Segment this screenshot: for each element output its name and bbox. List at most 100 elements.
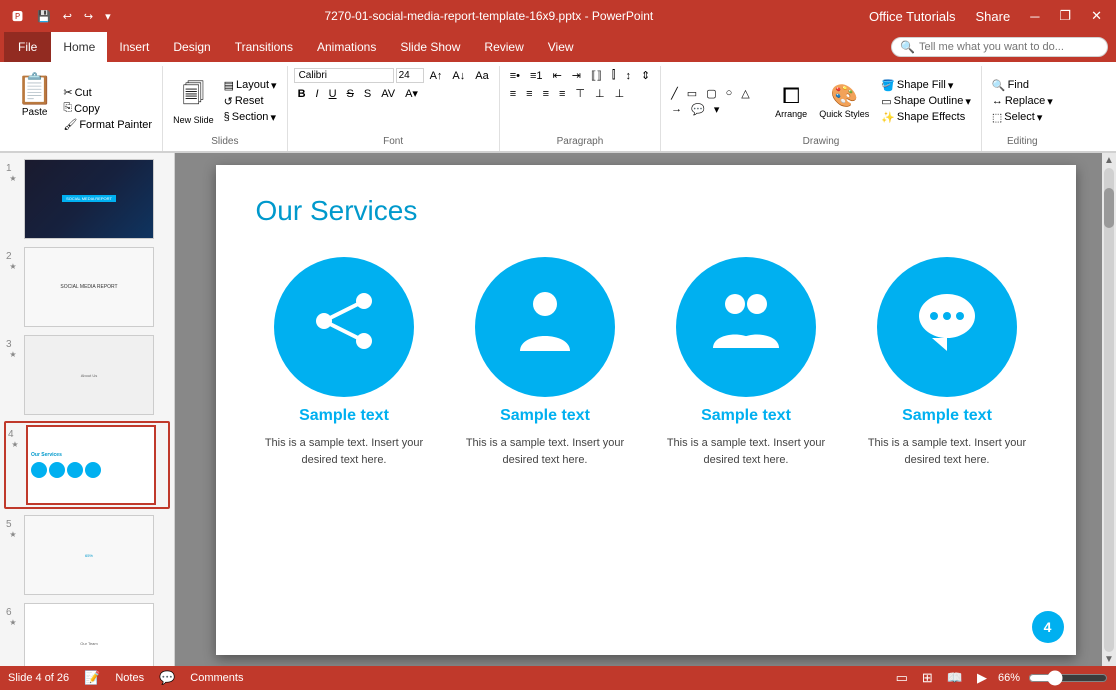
reset-button[interactable]: ↺ Reset [220, 94, 281, 109]
menu-tabs: File Home Insert Design Transitions Anim… [0, 32, 1116, 62]
columns-button[interactable]: ⫿ [608, 68, 620, 83]
customize-qa-button[interactable]: ▾ [101, 8, 115, 25]
shape-fill-button[interactable]: 🪣 Shape Fill ▾ [877, 78, 975, 93]
scroll-thumb[interactable] [1104, 188, 1114, 228]
share-button[interactable]: Share [970, 7, 1017, 26]
justify-button[interactable]: ≡ [555, 87, 569, 101]
vertical-scrollbar[interactable]: ▲ ▼ [1102, 153, 1116, 667]
increase-indent-button[interactable]: ⇥ [568, 68, 585, 83]
slide-thumb-6[interactable]: 6 ★ Our Team [4, 601, 170, 667]
replace-button[interactable]: ↔ Replace ▾ [988, 94, 1057, 109]
format-painter-button[interactable]: 🖌 Format Painter [59, 117, 156, 132]
service-item-1[interactable]: Sample text This is a sample text. Inser… [256, 257, 433, 468]
line-spacing-button[interactable]: ↕ [621, 69, 635, 83]
tab-design[interactable]: Design [161, 32, 222, 62]
font-name-input[interactable] [294, 68, 394, 83]
oval-shape[interactable]: ○ [722, 86, 737, 101]
align-middle-button[interactable]: ⊥ [591, 86, 609, 101]
reading-view-button[interactable]: 📖 [944, 669, 966, 687]
save-button[interactable]: 💾 [33, 8, 55, 25]
numbering-button[interactable]: ≡1 [526, 69, 547, 83]
fill-icon: 🪣 [881, 79, 895, 92]
slide-thumb-4[interactable]: 4 ★ Our Services [4, 421, 170, 509]
tell-me-input[interactable] [919, 41, 1099, 53]
scroll-down-button[interactable]: ▼ [1104, 654, 1114, 665]
tab-review[interactable]: Review [472, 32, 535, 62]
slide-thumb-2[interactable]: 2 ★ SOCIAL MEDIA REPORT [4, 245, 170, 329]
font-color-button[interactable]: A▾ [401, 86, 422, 101]
shape-effects-button[interactable]: ✨ Shape Effects [877, 110, 975, 125]
office-tutorials-button[interactable]: Office Tutorials [863, 7, 961, 26]
char-spacing-button[interactable]: AV [377, 87, 399, 101]
font-size-input[interactable] [396, 68, 424, 83]
section-button[interactable]: § Section ▾ [220, 110, 281, 125]
scroll-up-button[interactable]: ▲ [1104, 155, 1114, 166]
bullets-button[interactable]: ≡• [506, 69, 524, 83]
bold-button[interactable]: B [294, 87, 310, 101]
service-item-2[interactable]: Sample text This is a sample text. Inser… [457, 257, 634, 468]
shadow-button[interactable]: S [360, 87, 375, 101]
callout-shape[interactable]: 💬 [687, 102, 709, 117]
comments-icon[interactable]: 💬 [156, 669, 178, 687]
tab-transitions[interactable]: Transitions [223, 32, 305, 62]
tab-insert[interactable]: Insert [107, 32, 161, 62]
rect-shape[interactable]: ▭ [683, 86, 701, 101]
align-bottom-button[interactable]: ⊥ [611, 86, 629, 101]
layout-button[interactable]: ▤ Layout ▾ [220, 78, 281, 93]
slideshow-button[interactable]: ▶ [974, 669, 990, 687]
select-button[interactable]: ⬚ Select ▾ [988, 110, 1057, 125]
clear-format-button[interactable]: Aa [471, 69, 492, 83]
new-slide-button[interactable]: 🗐 New Slide [169, 75, 218, 127]
tab-animations[interactable]: Animations [305, 32, 388, 62]
slide-canvas[interactable]: Our Services [216, 165, 1076, 655]
copy-button[interactable]: ⎘ Copy [59, 101, 156, 116]
person-icon [510, 286, 580, 369]
round-rect-shape[interactable]: ▢ [702, 86, 720, 101]
decrease-indent-button[interactable]: ⇤ [549, 68, 566, 83]
decrease-font-button[interactable]: A↓ [448, 69, 469, 83]
tab-home[interactable]: Home [51, 32, 107, 62]
smart-art-button[interactable]: ⟦⟧ [587, 68, 606, 83]
redo-button[interactable]: ↪ [80, 8, 97, 25]
strikethrough-button[interactable]: S [343, 87, 358, 101]
minimize-button[interactable]: ─ [1024, 7, 1045, 26]
align-right-button[interactable]: ≡ [539, 87, 553, 101]
tab-file[interactable]: File [4, 32, 51, 62]
notes-icon[interactable]: 📝 [81, 669, 103, 687]
service-label-4: Sample text [902, 407, 992, 425]
align-left-button[interactable]: ≡ [506, 87, 520, 101]
restore-button[interactable]: ❐ [1053, 6, 1077, 26]
slide-thumb-5[interactable]: 5 ★ 65% [4, 513, 170, 597]
arrange-button[interactable]: ⧠ Arrange [771, 81, 811, 121]
slide-sorter-button[interactable]: ⊞ [919, 669, 936, 687]
arrow-shape[interactable]: → [667, 102, 686, 117]
underline-button[interactable]: U [325, 87, 341, 101]
tell-me-bar[interactable]: 🔍 [891, 37, 1108, 57]
undo-button[interactable]: ↩ [59, 8, 76, 25]
text-direction-button[interactable]: ⇕ [637, 68, 654, 83]
close-button[interactable]: ✕ [1085, 6, 1108, 26]
align-center-button[interactable]: ≡ [522, 87, 536, 101]
tab-view[interactable]: View [536, 32, 586, 62]
increase-font-button[interactable]: A↑ [426, 69, 447, 83]
zoom-slider[interactable] [1028, 670, 1108, 686]
service-item-4[interactable]: Sample text This is a sample text. Inser… [859, 257, 1036, 468]
service-item-3[interactable]: Sample text This is a sample text. Inser… [658, 257, 835, 468]
share-icon [309, 286, 379, 369]
find-button[interactable]: 🔍 Find [988, 78, 1057, 93]
paste-button[interactable]: 📋 Paste [10, 68, 59, 122]
normal-view-button[interactable]: ▭ [893, 669, 911, 687]
triangle-shape[interactable]: △ [737, 86, 753, 101]
line-shape[interactable]: ╱ [667, 86, 682, 101]
italic-button[interactable]: I [312, 87, 323, 101]
align-top-button[interactable]: ⊤ [571, 86, 589, 101]
cut-button[interactable]: ✂ Cut [59, 85, 156, 100]
tab-slideshow[interactable]: Slide Show [388, 32, 472, 62]
slide-thumb-1[interactable]: 1 ★ SOCIAL MEDIA REPORT [4, 157, 170, 241]
font-row1: A↑ A↓ Aa [294, 68, 493, 83]
shape-outline-button[interactable]: ▭ Shape Outline ▾ [877, 94, 975, 109]
slide-thumb-3[interactable]: 3 ★ About Us [4, 333, 170, 417]
more-shapes-button[interactable]: ▾ [710, 102, 724, 117]
star-3: ★ [9, 350, 16, 359]
quick-styles-button[interactable]: 🎨 Quick Styles [815, 81, 873, 121]
